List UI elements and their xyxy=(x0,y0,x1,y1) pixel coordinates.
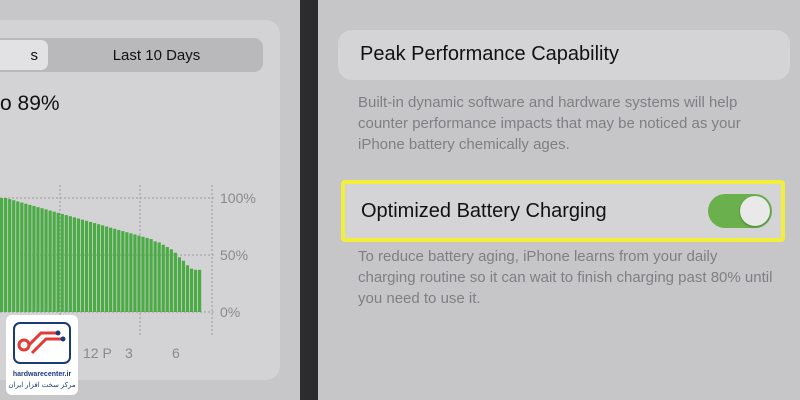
optimized-charging-description: To reduce battery aging, iPhone learns f… xyxy=(358,248,773,307)
battery-level-bar xyxy=(40,208,44,312)
battery-level-bar xyxy=(133,234,137,312)
battery-level-bar xyxy=(60,213,64,312)
battery-level-bar xyxy=(193,269,198,312)
battery-level-bar xyxy=(101,225,105,312)
circuit-logo-icon xyxy=(13,322,71,364)
y-tick-label: 50% xyxy=(220,247,249,263)
battery-level-bar xyxy=(105,226,109,312)
battery-level-bar xyxy=(113,228,117,312)
battery-level-bar xyxy=(64,215,68,312)
battery-level-bar xyxy=(80,219,85,312)
battery-level-chart xyxy=(0,185,215,335)
x-tick-label: 6 xyxy=(172,345,180,361)
battery-level-bar xyxy=(68,216,72,312)
battery-level-bar xyxy=(28,204,32,312)
battery-level-bar xyxy=(92,223,97,312)
battery-level-bar xyxy=(189,268,194,312)
battery-level-bar xyxy=(16,201,20,312)
optimized-charging-label: Optimized Battery Charging xyxy=(361,200,607,222)
battery-usage-panel: s Last 10 Days o 89% 100% 50% 0% 12 P 3 … xyxy=(0,0,300,400)
battery-level-bar xyxy=(96,224,101,312)
battery-level-bar xyxy=(177,257,181,312)
battery-level-bar xyxy=(24,203,28,312)
logo-name: hardwarecenter.ir xyxy=(12,371,72,378)
y-tick-label: 0% xyxy=(220,304,241,320)
battery-level-bar xyxy=(12,200,16,312)
battery-level-bar xyxy=(72,217,76,312)
battery-level-bar xyxy=(129,233,133,312)
logo-subtitle: مرکز سخت افزار ایران xyxy=(8,382,76,389)
battery-level-bar xyxy=(109,227,113,312)
battery-health-settings: Peak Performance Capability Built-in dyn… xyxy=(318,0,800,400)
segment-last-10-days[interactable]: Last 10 Days xyxy=(50,38,263,72)
battery-level-bar xyxy=(0,198,4,312)
x-tick-label: 12 P xyxy=(83,345,112,361)
battery-level-bar xyxy=(88,221,93,312)
battery-level-bar xyxy=(185,265,190,312)
battery-level-bar xyxy=(48,210,52,312)
peak-performance-title: Peak Performance Capability xyxy=(360,43,620,65)
battery-level-bar xyxy=(117,229,121,312)
battery-level-bar xyxy=(161,244,165,312)
battery-level-bar xyxy=(169,249,173,312)
hardwarecenter-logo: hardwarecenter.ir مرکز سخت افزار ایران xyxy=(6,315,78,395)
battery-level-bar xyxy=(157,242,161,312)
battery-level-bar xyxy=(197,269,202,312)
battery-level-bar xyxy=(153,241,157,312)
battery-level-bar xyxy=(36,207,40,312)
battery-level-bar xyxy=(173,252,177,312)
segment-last-24-hours[interactable]: s xyxy=(0,40,48,70)
battery-level-bar xyxy=(145,237,149,312)
battery-level-bar xyxy=(76,218,80,312)
optimized-charging-toggle[interactable] xyxy=(708,194,772,228)
y-tick-label: 100% xyxy=(220,190,256,206)
battery-level-bar xyxy=(8,199,12,312)
battery-level-bar xyxy=(141,236,145,312)
battery-level-bar xyxy=(84,220,89,312)
battery-level-bar xyxy=(44,209,48,312)
battery-level-bar xyxy=(137,235,141,312)
optimized-charging-row: Optimized Battery Charging xyxy=(341,180,785,242)
battery-level-bar xyxy=(125,232,129,312)
battery-level-bar xyxy=(149,239,153,312)
x-tick-label: 3 xyxy=(125,345,133,361)
battery-level-bar xyxy=(56,212,60,312)
battery-level-bar xyxy=(32,205,36,312)
battery-level-bar xyxy=(181,260,186,312)
battery-level-bar xyxy=(165,247,169,312)
time-range-segmented-control: s Last 10 Days xyxy=(0,38,263,72)
battery-level-text: o 89% xyxy=(0,92,60,115)
battery-level-bar xyxy=(20,202,24,312)
battery-level-bar xyxy=(4,198,8,312)
toggle-knob xyxy=(740,196,770,226)
panel-divider xyxy=(300,0,318,400)
peak-performance-description: Built-in dynamic software and hardware s… xyxy=(358,94,741,153)
peak-performance-row[interactable]: Peak Performance Capability xyxy=(338,30,790,80)
battery-level-bar xyxy=(52,211,56,312)
battery-level-bar xyxy=(121,231,125,312)
